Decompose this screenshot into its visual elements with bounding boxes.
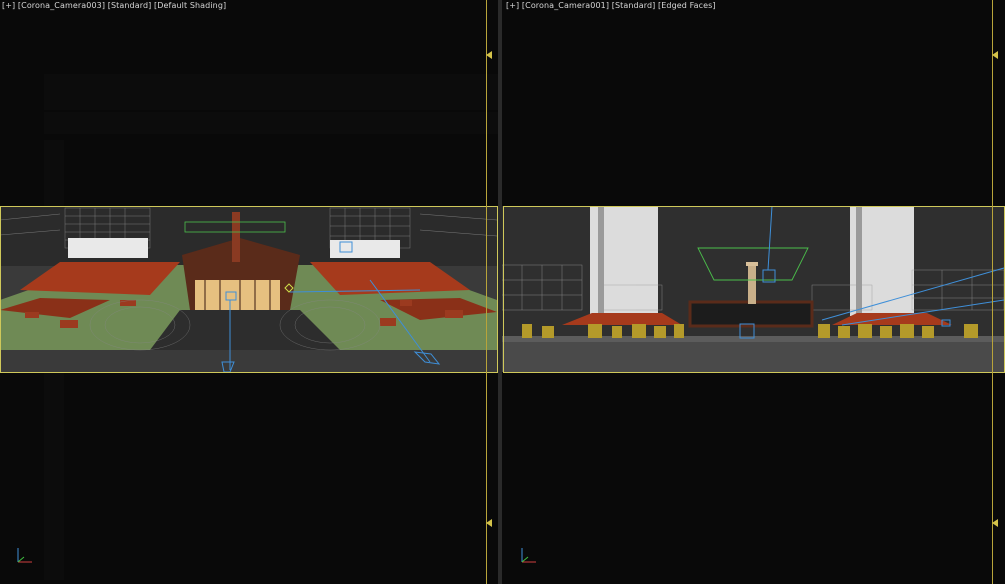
safe-frame [0, 206, 498, 373]
xyz-axis-gizmo-icon [17, 548, 32, 563]
safe-frame-right-edge [992, 0, 993, 584]
viewport-camera-menu[interactable]: [Corona_Camera001] [522, 1, 609, 10]
viewport-shading-menu[interactable]: [Default Shading] [154, 1, 226, 10]
safe-frame-right-edge [486, 0, 487, 584]
viewport-view-menu[interactable]: [Standard] [108, 1, 152, 10]
safe-frame-arrow-icon[interactable] [992, 519, 998, 527]
frame-shade-bottom [502, 372, 1005, 584]
viewport-label-left: [+] [Corona_Camera003] [Standard] [Defau… [2, 1, 226, 11]
safe-frame [503, 206, 1005, 373]
viewport-right[interactable]: [+] [Corona_Camera001] [Standard] [Edged… [502, 0, 1005, 584]
xyz-axis-gizmo-icon [521, 548, 536, 563]
viewport-plus-menu[interactable]: [+] [2, 1, 15, 10]
safe-frame-arrow-icon[interactable] [486, 519, 492, 527]
viewport-plus-menu[interactable]: [+] [506, 1, 519, 10]
frame-shade-top [0, 0, 498, 206]
frame-shade-bottom [0, 372, 498, 584]
safe-frame-arrow-icon[interactable] [486, 51, 492, 59]
viewport-shading-menu[interactable]: [Edged Faces] [658, 1, 716, 10]
viewport-view-menu[interactable]: [Standard] [612, 1, 656, 10]
viewport-label-right: [+] [Corona_Camera001] [Standard] [Edged… [506, 1, 716, 11]
viewport-camera-menu[interactable]: [Corona_Camera003] [18, 1, 105, 10]
frame-shade-top [502, 0, 1005, 206]
viewport-left[interactable]: [+] [Corona_Camera003] [Standard] [Defau… [0, 0, 498, 584]
safe-frame-arrow-icon[interactable] [992, 51, 998, 59]
